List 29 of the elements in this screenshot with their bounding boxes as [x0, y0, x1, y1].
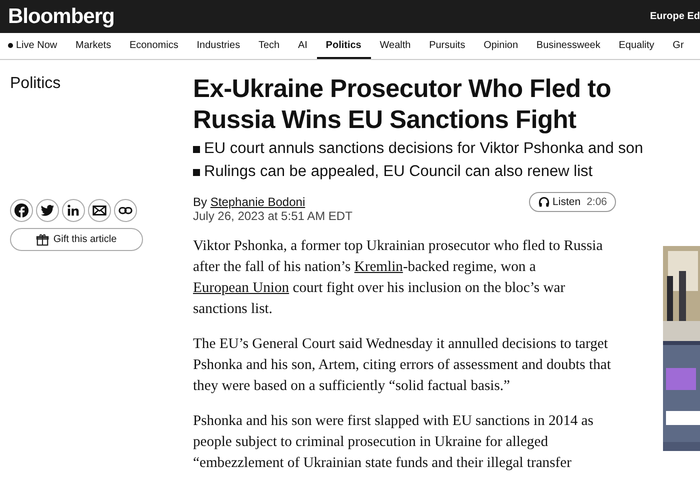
listen-button[interactable]: Listen 2:06 [528, 192, 616, 212]
nav-tab[interactable]: Tech [249, 33, 289, 59]
nav-tab[interactable]: Businessweek [527, 33, 610, 59]
logo[interactable]: Bloomberg [8, 4, 114, 28]
nav-tab[interactable]: Markets [66, 33, 120, 59]
article-paragraph: Viktor Pshonka, a former top Ukrainian prosecutor who fled to Russia after the fall of his nation’s Kremlin-backed regime, won a European Union court fight over his inclusion on the bloc’s war sanctions list. [193, 237, 604, 319]
nav-tab[interactable]: Live Now [0, 33, 66, 59]
inline-link[interactable]: European Union [193, 280, 290, 296]
inline-link[interactable]: Kremlin [354, 259, 403, 275]
article-headline: Ex-Ukraine Prosecutor Who Fled to Russia Wins EU Sanctions Fight [193, 74, 612, 136]
publish-date: July 26, 2023 at 5:51 AM EDT [193, 209, 352, 223]
author-link[interactable]: Stephanie Bodoni [210, 195, 306, 209]
nav-tab[interactable]: Wealth [370, 33, 420, 59]
nav-tab[interactable]: Industries [188, 33, 250, 59]
nav-tab[interactable]: Pursuits [420, 33, 474, 59]
nav-tab[interactable]: Equality [610, 33, 664, 59]
edition-link[interactable]: Europe Ed [650, 11, 700, 22]
summary-bullet: Rulings can be appealed, EU Council can also renew list [204, 163, 593, 181]
nav-tab[interactable]: AI [288, 33, 317, 59]
nav-tab[interactable]: Opinion [474, 33, 528, 59]
nav-tab[interactable]: Politics [316, 33, 371, 59]
gift-button[interactable]: Gift this article [10, 228, 143, 251]
summary-bullet: EU court annuls sanctions decisions for Viktor Pshonka and son [204, 140, 644, 158]
nav-tab[interactable]: Gr [663, 33, 693, 59]
article-paragraph: The EU’s General Court said Wednesday it annulled decisions to target Pshonka and his son, Artem, citing errors of assessment and doubts that they were based on a sufficiently “solid factual basis.” [193, 335, 612, 396]
byline-prefix: By [193, 195, 208, 209]
section-title: Politics [10, 75, 62, 93]
nav-tab[interactable]: Economics [120, 33, 188, 59]
article-paragraph: Pshonka and his son were first slapped with EU sanctions in 2014 as people subject to criminal prosecution in Ukraine for alleged “embezzlement of Ukrainian state funds and their illegal transfer [193, 412, 594, 473]
